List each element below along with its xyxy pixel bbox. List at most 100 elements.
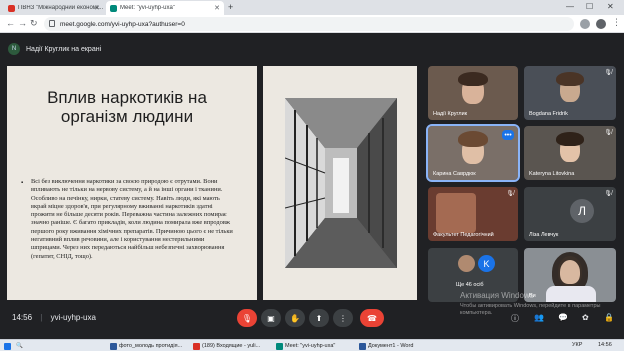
mic-off-icon: 🎙︎̸: [506, 191, 514, 197]
tab-university[interactable]: ПВНЗ "Міжнародний економі... ✕: [4, 1, 104, 15]
meeting-time: 14:56: [12, 313, 33, 322]
hangup-icon: ☎: [367, 313, 377, 323]
maximize-button[interactable]: ☐: [586, 2, 593, 11]
start-button[interactable]: [4, 341, 13, 351]
windows-taskbar: 🔍 фото_молодь протидія... (189) Входящие…: [0, 339, 624, 351]
mic-off-icon: 🎙︎̸: [604, 70, 612, 76]
university-favicon-icon: [8, 4, 15, 12]
participant-tile[interactable]: ••• Карина Саврдюк: [426, 124, 520, 182]
taskbar-item[interactable]: Документ1 - Word: [359, 341, 439, 351]
extension-icon[interactable]: [580, 19, 590, 29]
more-options-button[interactable]: ⋮: [333, 309, 353, 327]
mic-toggle-button[interactable]: 🎙: [237, 309, 257, 327]
minimize-button[interactable]: —: [566, 2, 574, 11]
hand-icon: ✋: [290, 313, 300, 323]
participant-hair: [556, 72, 584, 86]
participant-name: Надії Круглик: [433, 111, 468, 117]
taskbar-clock[interactable]: 14:56: [598, 342, 612, 348]
taskbar-item-label: Документ1 - Word: [368, 343, 414, 349]
mic-off-icon: 🎙: [241, 313, 253, 323]
info-icon[interactable]: ⓘ: [511, 313, 519, 324]
taskbar-item-label: Meet: "yvi-uyhp-uxa": [285, 343, 336, 349]
tab-meet[interactable]: Meet: "yvi-uyhp-uxa" ✕: [106, 1, 224, 15]
back-button[interactable]: ←: [6, 18, 15, 28]
more-options-icon[interactable]: •••: [502, 130, 514, 140]
search-icon: 🔍: [16, 343, 23, 349]
taskbar-item-label: (189) Входящие - yuli...: [202, 343, 261, 349]
meet-icon: [276, 342, 283, 350]
taskbar-item[interactable]: Meet: "yvi-uyhp-uxa": [276, 341, 356, 351]
participant-hair: [458, 72, 488, 86]
taskbar-item[interactable]: (189) Входящие - yuli...: [193, 341, 273, 351]
mail-icon: [193, 342, 200, 350]
participant-tile[interactable]: 🎙︎̸ Kateryna Litovkina: [524, 126, 616, 180]
address-bar[interactable]: meet.google.com/yvi-uyhp-uxa?authuser=0: [44, 17, 574, 31]
slide-title: Вплив наркотиків на організм людини: [47, 88, 207, 126]
taskbar-item-label: фото_молодь протидія...: [119, 343, 183, 349]
lock-icon[interactable]: 🔒: [604, 313, 614, 322]
slide-divider: [257, 66, 263, 300]
windows-activation-title: Активация Windows: [460, 291, 534, 300]
slide-body: ▪ Всі без виключення наркотики за своєю …: [21, 178, 236, 261]
present-now-button[interactable]: ⬆: [309, 309, 329, 327]
meet-view: N Надії Круглик на екрані Вплив наркотик…: [0, 33, 624, 339]
camera-icon: ▣: [267, 313, 275, 323]
taskbar-item[interactable]: фото_молодь протидія...: [110, 341, 190, 351]
participant-video: [436, 193, 476, 233]
windows-logo-icon: [4, 342, 11, 350]
browser-tab-strip: ПВНЗ "Міжнародний економі... ✕ Meet: "yv…: [0, 0, 624, 15]
new-tab-button[interactable]: +: [228, 2, 233, 12]
bullet-icon: ▪: [21, 180, 24, 186]
menu-kebab-icon[interactable]: ⋮: [612, 17, 621, 28]
mic-off-icon: 🎙︎̸: [604, 191, 612, 197]
tab-label: ПВНЗ "Міжнародний економі...: [18, 5, 104, 11]
activities-icon[interactable]: ✿: [582, 313, 589, 322]
tab-label: Meet: "yvi-uyhp-uxa": [120, 5, 175, 11]
slide-paragraph: Всі без виключення наркотики за своєю пр…: [31, 178, 233, 260]
meeting-info: 14:56 | yvi-uyhp-uxa: [12, 313, 96, 322]
more-vert-icon: ⋮: [339, 313, 347, 323]
close-tab-icon[interactable]: ✕: [94, 4, 100, 12]
close-window-button[interactable]: ✕: [607, 2, 614, 11]
browser-toolbar: ← → ↻ meet.google.com/yvi-uyhp-uxa?authu…: [0, 15, 624, 33]
mic-off-icon: 🎙︎̸: [604, 130, 612, 136]
participant-avatar: K: [478, 255, 495, 272]
word-icon: [359, 342, 366, 350]
participant-tile[interactable]: Л 🎙︎̸ Ліза Левчук: [524, 187, 616, 241]
presenter-banner: N Надії Круглик на екрані: [8, 41, 101, 57]
meet-favicon-icon: [110, 4, 117, 12]
participant-tile[interactable]: Надії Круглик: [428, 66, 518, 120]
camera-toggle-button[interactable]: ▣: [261, 309, 281, 327]
raise-hand-button[interactable]: ✋: [285, 309, 305, 327]
participant-tile[interactable]: 🎙︎̸ Факультет Педагогічний: [428, 187, 518, 241]
word-icon: [110, 342, 117, 350]
presenter-text: Надії Круглик на екрані: [26, 45, 102, 53]
language-indicator[interactable]: УКР: [572, 342, 582, 348]
meeting-code: yvi-uyhp-uxa: [50, 313, 96, 322]
close-tab-icon[interactable]: ✕: [214, 4, 220, 12]
presenter-avatar: N: [8, 43, 20, 55]
chat-icon[interactable]: 💬: [558, 313, 568, 322]
more-participants-label: Ще 46 осіб: [456, 282, 484, 288]
participant-name: Ліза Левчук: [529, 232, 559, 238]
lock-icon: [49, 20, 55, 27]
corridor-photo: [285, 98, 397, 268]
participant-avatar: [458, 255, 475, 272]
shared-slide: Вплив наркотиків на організм людини ▪ Вс…: [7, 66, 417, 300]
self-tile[interactable]: Ви: [524, 248, 616, 302]
profile-avatar[interactable]: [596, 19, 606, 29]
forward-button[interactable]: →: [18, 18, 27, 28]
participant-tile[interactable]: 🎙︎̸ Bogdana Fridrik: [524, 66, 616, 120]
participant-avatar: Л: [570, 199, 594, 223]
self-clothing: [546, 286, 596, 302]
reload-button[interactable]: ↻: [30, 18, 38, 29]
people-icon[interactable]: 👥: [534, 313, 544, 322]
participant-hair: [556, 132, 584, 146]
search-taskbar-button[interactable]: 🔍: [16, 341, 23, 351]
address-text: meet.google.com/yvi-uyhp-uxa?authuser=0: [60, 20, 185, 28]
participant-name: Карина Саврдюк: [433, 171, 476, 177]
leave-call-button[interactable]: ☎: [360, 309, 384, 327]
participant-name: Bogdana Fridrik: [529, 111, 568, 117]
participant-name: Kateryna Litovkina: [529, 171, 575, 177]
participant-hair: [458, 131, 488, 147]
